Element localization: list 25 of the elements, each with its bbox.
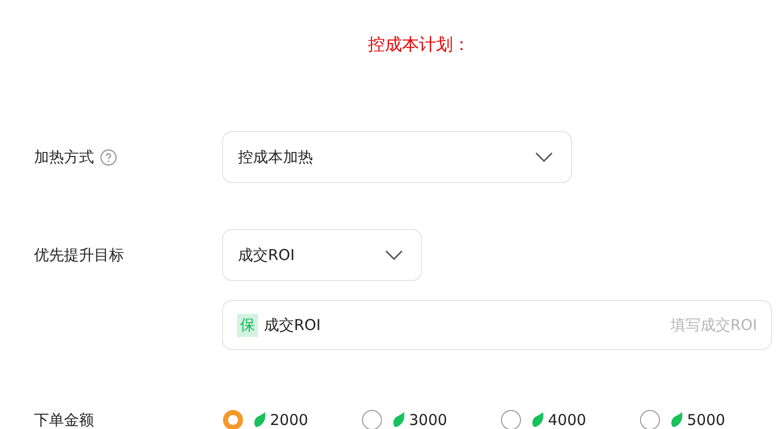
chevron-icon [535,152,553,162]
amount-option: 3000 [409,411,448,429]
select-field[interactable]: 控成本加热 [222,131,572,183]
guarantee-tag: 保 [237,314,258,336]
help-icon[interactable] [100,148,117,166]
field-label: 加热方式 [34,148,94,166]
amount-option: 5000 [687,411,726,429]
field-label: 成交ROI [264,316,321,334]
field-label: 优先提升目标 [34,246,124,264]
radio-button[interactable] [640,410,660,429]
leaf-icon [253,412,267,428]
select-field[interactable]: 成交ROI [222,229,422,281]
leaf-icon [531,412,545,428]
chevron-icon [385,250,403,260]
radio-button[interactable] [362,410,382,429]
leaf-icon [670,412,684,428]
radio-button[interactable] [223,410,243,429]
leaf-icon [392,412,406,428]
amount-option: 4000 [548,411,586,429]
radio-button[interactable] [501,410,521,429]
input-field[interactable]: 保 成交ROI 填写成交ROI [222,300,772,350]
placeholder: 填写成交ROI [670,316,757,334]
page-title: 控成本计划： [367,34,471,57]
field-label: 下单金额 [34,410,94,429]
amount-option: 2000 [270,411,308,429]
